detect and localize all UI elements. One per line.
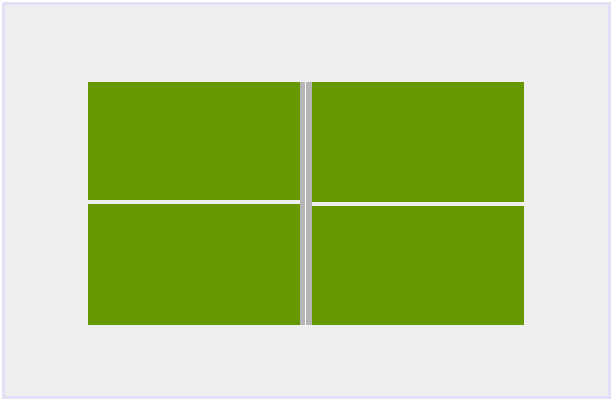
- divider-center-line: [305, 82, 306, 325]
- tile-bottom-right[interactable]: [312, 206, 524, 325]
- vertical-divider[interactable]: [300, 82, 312, 325]
- tile-bottom-left[interactable]: [88, 204, 300, 325]
- tile-top-left[interactable]: [88, 82, 300, 200]
- tile-top-right[interactable]: [312, 82, 524, 202]
